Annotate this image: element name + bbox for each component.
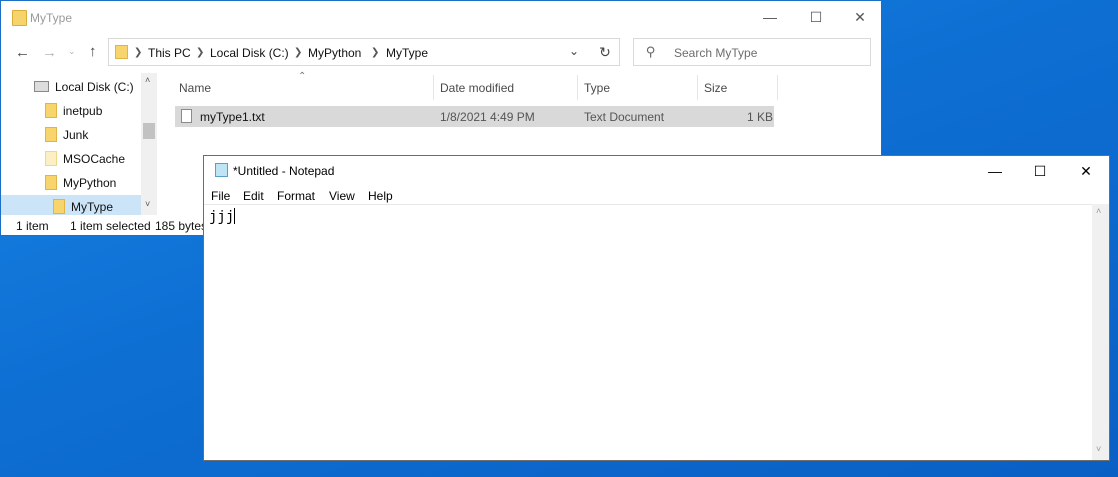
nav-item-mytype[interactable]: MyType: [71, 200, 113, 214]
drive-icon: [34, 81, 49, 92]
menu-view[interactable]: View: [329, 189, 355, 203]
address-bar[interactable]: ❯ This PC ❯ Local Disk (C:) ❯ MyPython ❯…: [108, 38, 620, 66]
menu-file[interactable]: File: [211, 189, 230, 203]
breadcrumb-chevron-icon[interactable]: ❯: [371, 47, 379, 58]
nav-scrollbar[interactable]: ˄ ˅: [141, 73, 157, 215]
notepad-title-bar[interactable]: *Untitled - Notepad — ☐ ✕: [204, 156, 1109, 186]
breadcrumb-this-pc[interactable]: This PC: [148, 46, 191, 60]
scroll-down-arrow-icon[interactable]: ˅: [145, 199, 150, 209]
file-date: 1/8/2021 4:49 PM: [440, 110, 535, 124]
address-dropdown-chevron-icon[interactable]: ⌄: [569, 44, 579, 58]
back-arrow-icon[interactable]: ←: [15, 44, 30, 61]
nav-item-inetpub[interactable]: inetpub: [63, 104, 102, 118]
notepad-minimize-button[interactable]: —: [972, 155, 1018, 187]
notepad-window: *Untitled - Notepad — ☐ ✕ File Edit Form…: [203, 155, 1110, 461]
breadcrumb-chevron-icon[interactable]: ❯: [134, 47, 142, 58]
folder-icon: [45, 175, 57, 190]
scroll-down-arrow-icon[interactable]: ˅: [1096, 444, 1101, 454]
nav-item-msocache[interactable]: MSOCache: [63, 152, 125, 166]
scroll-up-arrow-icon[interactable]: ˄: [1096, 206, 1101, 216]
scroll-up-arrow-icon[interactable]: ˄: [145, 75, 150, 85]
nav-scrollbar-thumb[interactable]: [143, 123, 155, 139]
column-header-type[interactable]: Type: [584, 81, 610, 95]
notepad-title: *Untitled - Notepad: [233, 164, 335, 178]
folder-icon: [12, 10, 27, 26]
status-size: 185 bytes: [155, 219, 208, 233]
column-divider[interactable]: [577, 75, 578, 100]
minimize-button[interactable]: —: [747, 1, 793, 33]
forward-arrow-icon[interactable]: →: [42, 44, 57, 61]
text-file-icon: [181, 109, 192, 123]
folder-icon: [45, 151, 57, 166]
up-arrow-icon[interactable]: ↑: [89, 43, 97, 60]
breadcrumb-mypython[interactable]: MyPython: [308, 46, 361, 60]
close-button[interactable]: ✕: [837, 1, 883, 33]
folder-icon: [45, 103, 57, 118]
notepad-close-button[interactable]: ✕: [1063, 155, 1109, 187]
sort-ascending-icon: ⌃: [298, 71, 307, 82]
maximize-button[interactable]: ☐: [793, 1, 839, 33]
column-divider[interactable]: [777, 75, 778, 100]
folder-icon: [45, 127, 57, 142]
search-input[interactable]: ⚲ Search MyType: [633, 38, 871, 66]
column-divider[interactable]: [433, 75, 434, 100]
search-icon: ⚲: [646, 44, 656, 59]
notepad-icon: [215, 163, 228, 177]
breadcrumb-chevron-icon[interactable]: ❯: [196, 47, 204, 58]
column-header-name[interactable]: Name: [179, 81, 211, 95]
desktop: { "colors": {"desktop": "#0e6fd3", "sele…: [0, 0, 1118, 477]
status-selected: 1 item selected: [70, 219, 151, 233]
file-size: 1 KB: [747, 110, 774, 124]
recent-locations-chevron-icon[interactable]: ⌄: [68, 46, 76, 57]
nav-item-junk[interactable]: Junk: [63, 128, 88, 142]
folder-icon: [53, 199, 65, 214]
search-placeholder: Search MyType: [674, 46, 758, 60]
notepad-maximize-button[interactable]: ☐: [1017, 155, 1063, 187]
status-item-count: 1 item: [16, 219, 49, 233]
notepad-content: jjj: [209, 209, 235, 225]
refresh-icon[interactable]: ↻: [591, 38, 620, 66]
explorer-title-bar[interactable]: MyType — ☐ ✕: [1, 1, 881, 33]
column-header-size[interactable]: Size: [704, 81, 727, 95]
text-caret: [234, 208, 236, 224]
column-divider[interactable]: [697, 75, 698, 100]
file-name[interactable]: myType1.txt: [200, 110, 265, 124]
breadcrumb-local-disk[interactable]: Local Disk (C:): [210, 46, 289, 60]
menu-format[interactable]: Format: [277, 189, 315, 203]
menu-edit[interactable]: Edit: [243, 189, 264, 203]
notepad-text-wrapper: jjj: [209, 208, 236, 225]
nav-item-mypython[interactable]: MyPython: [63, 176, 116, 190]
window-title: MyType: [30, 11, 73, 25]
nav-item-local-disk[interactable]: Local Disk (C:): [55, 80, 134, 94]
column-header-date[interactable]: Date modified: [440, 81, 514, 95]
notepad-text-area[interactable]: jjj: [204, 204, 1092, 461]
folder-icon: [115, 45, 128, 59]
navigation-pane: Local Disk (C:) inetpub Junk MSOCache My…: [1, 73, 157, 215]
menu-help[interactable]: Help: [368, 189, 393, 203]
notepad-vertical-scrollbar[interactable]: ˄ ˅: [1092, 204, 1109, 460]
breadcrumb-mytype[interactable]: MyType: [386, 46, 428, 60]
file-type: Text Document: [584, 110, 665, 124]
breadcrumb-chevron-icon[interactable]: ❯: [294, 47, 302, 58]
